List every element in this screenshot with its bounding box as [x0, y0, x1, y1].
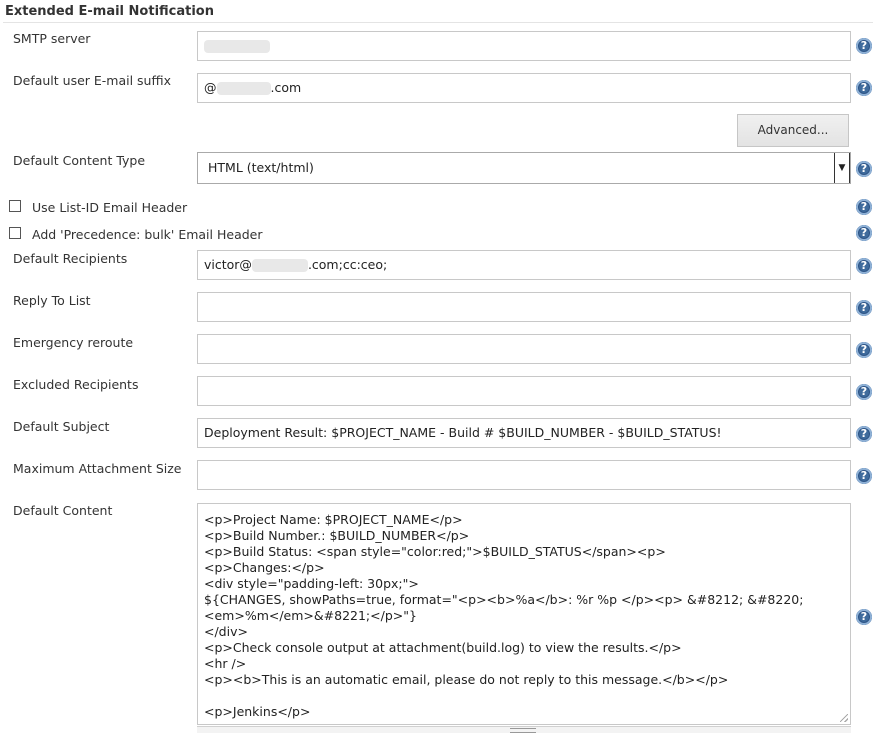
content-line: <p>Build Number.: $BUILD_NUMBER</p>	[204, 528, 470, 543]
chevron-down-icon[interactable]: ▼	[834, 153, 850, 183]
section-title: Extended E-mail Notification	[5, 4, 214, 19]
help-icon[interactable]: ?	[856, 342, 872, 358]
content-type-label: Default Content Type	[13, 153, 146, 168]
advanced-button[interactable]: Advanced...	[737, 114, 849, 147]
content-line: <p>Project Name: $PROJECT_NAME</p>	[204, 512, 463, 527]
email-suffix-input[interactable]: @ .com	[197, 73, 851, 103]
section-divider	[3, 22, 873, 23]
default-recipients-input[interactable]: victor@ .com;cc:ceo;	[197, 250, 851, 280]
content-line: <p>Changes:</p>	[204, 560, 325, 575]
max-attachment-size-label: Maximum Attachment Size	[13, 461, 182, 476]
emergency-reroute-input[interactable]	[197, 334, 851, 364]
redacted-text	[251, 259, 308, 272]
help-icon[interactable]: ?	[856, 426, 872, 442]
content-line: <p>Build Status: <span style="color:red;…	[204, 544, 666, 559]
help-icon[interactable]: ?	[856, 80, 872, 96]
default-recipients-label: Default Recipients	[13, 251, 128, 266]
precedence-bulk-checkbox[interactable]	[9, 227, 21, 239]
content-type-select[interactable]: HTML (text/html) ▼	[197, 152, 851, 184]
default-content-label: Default Content	[13, 503, 113, 518]
grip-icon	[510, 728, 536, 733]
use-list-id-checkbox[interactable]	[9, 200, 21, 212]
redacted-text	[216, 82, 271, 95]
smtp-server-input[interactable]	[197, 31, 851, 61]
content-line: <div style="padding-left: 30px;">	[204, 576, 419, 591]
emergency-reroute-label: Emergency reroute	[13, 335, 134, 350]
recipients-prefix: victor@	[204, 257, 252, 272]
help-icon[interactable]: ?	[856, 38, 872, 54]
help-icon[interactable]: ?	[856, 225, 872, 241]
default-subject-input[interactable]: Deployment Result: $PROJECT_NAME - Build…	[197, 418, 851, 448]
content-line: <p><b>This is an automatic email, please…	[204, 672, 729, 687]
max-attachment-size-input[interactable]	[197, 460, 851, 490]
email-suffix-prefix: @	[204, 80, 217, 95]
help-icon[interactable]: ?	[856, 161, 872, 177]
content-line: <p>Check console output at attachment(bu…	[204, 640, 682, 655]
smtp-server-label: SMTP server	[13, 31, 91, 46]
precedence-bulk-label: Add 'Precedence: bulk' Email Header	[32, 227, 263, 242]
recipients-suffix: .com;cc:ceo;	[307, 257, 388, 272]
reply-to-list-input[interactable]	[197, 292, 851, 322]
default-content-textarea[interactable]: <p>Project Name: $PROJECT_NAME</p> <p>Bu…	[197, 503, 851, 725]
content-line: <p>Jenkins</p>	[204, 704, 311, 719]
email-suffix-label: Default user E-mail suffix	[13, 73, 171, 88]
help-icon[interactable]: ?	[856, 609, 872, 625]
content-line: <em>%m</em>&#8221;</p>"}	[204, 608, 417, 623]
excluded-recipients-input[interactable]	[197, 376, 851, 406]
content-line: <hr />	[204, 656, 247, 671]
redacted-text	[204, 40, 270, 53]
content-line	[204, 688, 850, 704]
help-icon[interactable]: ?	[856, 199, 872, 215]
help-icon[interactable]: ?	[856, 468, 872, 484]
content-line: ${CHANGES, showPaths=true, format="<p><b…	[204, 592, 804, 607]
email-suffix-domain: .com	[270, 80, 302, 95]
resize-grip-icon[interactable]	[840, 714, 848, 722]
content-line: </div>	[204, 624, 248, 639]
content-type-value: HTML (text/html)	[208, 160, 314, 175]
use-list-id-label: Use List-ID Email Header	[32, 200, 188, 215]
default-subject-label: Default Subject	[13, 419, 110, 434]
reply-to-list-label: Reply To List	[13, 293, 91, 308]
help-icon[interactable]: ?	[856, 258, 872, 274]
help-icon[interactable]: ?	[856, 300, 872, 316]
textarea-expand-handle[interactable]	[197, 726, 851, 733]
help-icon[interactable]: ?	[856, 384, 872, 400]
excluded-recipients-label: Excluded Recipients	[13, 377, 139, 392]
